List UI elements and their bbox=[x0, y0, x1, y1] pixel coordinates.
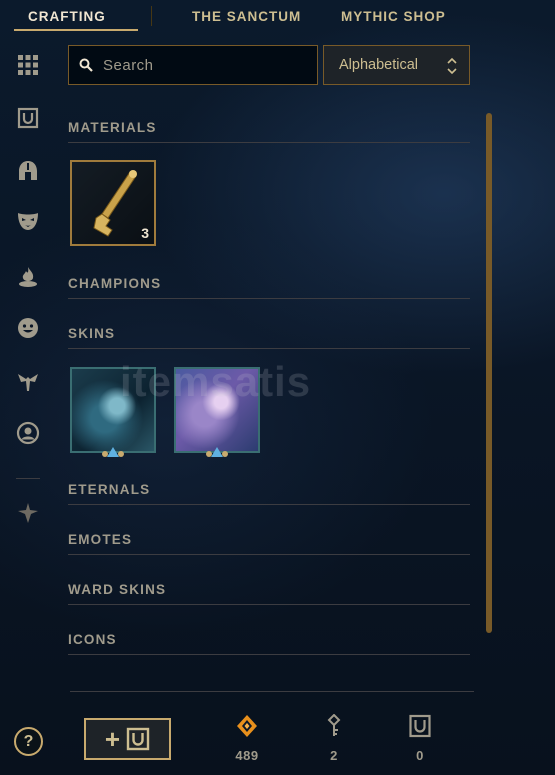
section-divider bbox=[68, 554, 470, 555]
active-tab-indicator bbox=[14, 29, 138, 31]
chest-icon bbox=[409, 714, 431, 738]
section-title-skins: SKINS bbox=[68, 326, 116, 341]
rarity-gem-icon bbox=[102, 447, 124, 457]
flame-icon[interactable] bbox=[16, 265, 40, 289]
profile-icon[interactable] bbox=[16, 421, 40, 445]
section-title-champions: CHAMPIONS bbox=[68, 276, 162, 291]
chest-icon[interactable] bbox=[16, 106, 40, 130]
help-label: ? bbox=[23, 732, 34, 750]
helmet-icon[interactable] bbox=[16, 159, 40, 183]
tab-crafting[interactable]: CRAFTING bbox=[28, 9, 106, 24]
footer-divider bbox=[70, 691, 474, 692]
currency-orange-essence: 489 bbox=[227, 714, 267, 763]
section-title-eternals: ETERNALS bbox=[68, 482, 151, 497]
top-navigation: CRAFTING THE SANCTUM MYTHIC SHOP bbox=[0, 0, 555, 32]
scrollbar[interactable] bbox=[486, 113, 492, 633]
section-divider bbox=[68, 654, 470, 655]
sidebar-divider bbox=[16, 478, 40, 479]
tab-the-sanctum[interactable]: THE SANCTUM bbox=[192, 9, 301, 24]
watermark: itemsatis bbox=[120, 358, 312, 405]
tab-mythic-shop[interactable]: MYTHIC SHOP bbox=[341, 9, 446, 24]
material-count: 3 bbox=[141, 225, 149, 241]
emote-face-icon[interactable] bbox=[16, 316, 40, 340]
material-tile-hextech-key[interactable]: 3 bbox=[70, 160, 156, 246]
plus-icon: + bbox=[104, 724, 121, 754]
mask-icon[interactable] bbox=[16, 209, 40, 233]
help-button[interactable]: ? bbox=[14, 727, 43, 756]
chest-icon bbox=[126, 727, 150, 751]
up-down-chevron-icon bbox=[447, 57, 457, 75]
section-title-ward-skins: WARD SKINS bbox=[68, 582, 167, 597]
currency-keys: 2 bbox=[314, 714, 354, 763]
chests-amount: 0 bbox=[416, 748, 424, 763]
grid-icon[interactable] bbox=[16, 53, 40, 77]
rarity-gem-icon bbox=[206, 447, 228, 457]
search-box bbox=[68, 45, 318, 85]
currency-chests: 0 bbox=[400, 714, 440, 763]
section-divider bbox=[68, 142, 470, 143]
section-divider bbox=[68, 348, 470, 349]
section-title-emotes: EMOTES bbox=[68, 532, 133, 547]
arrow-down-emblem-icon[interactable] bbox=[16, 501, 40, 525]
search-input[interactable] bbox=[103, 56, 303, 74]
keys-amount: 2 bbox=[330, 748, 338, 763]
ward-icon[interactable] bbox=[16, 370, 40, 394]
sort-selected-label: Alphabetical bbox=[339, 57, 418, 73]
orange-essence-icon bbox=[237, 715, 257, 737]
add-chest-button[interactable]: + bbox=[84, 718, 171, 760]
nav-divider bbox=[151, 6, 152, 26]
section-divider bbox=[68, 298, 470, 299]
section-divider bbox=[68, 604, 470, 605]
key-icon bbox=[327, 714, 341, 736]
sort-dropdown[interactable]: Alphabetical bbox=[323, 45, 470, 85]
section-divider bbox=[68, 504, 470, 505]
section-title-icons: ICONS bbox=[68, 632, 117, 647]
orange-essence-amount: 489 bbox=[235, 748, 259, 763]
search-icon bbox=[79, 58, 93, 72]
section-title-materials: MATERIALS bbox=[68, 120, 157, 135]
